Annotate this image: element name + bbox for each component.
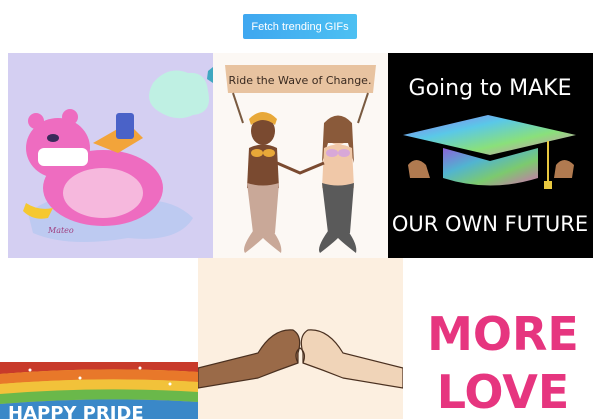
heart-hands-illustration xyxy=(198,258,403,419)
more-love-illustration: MORE LOVE xyxy=(403,258,600,419)
graduation-top-text: Going to MAKE xyxy=(409,76,572,101)
gif-panda-mask[interactable]: Mateo xyxy=(8,53,213,258)
gif-happy-pride[interactable]: HAPPY PRIDE xyxy=(0,362,198,419)
gif-heart-hands[interactable] xyxy=(198,258,403,419)
fetch-trending-gifs-button[interactable]: Fetch trending GIFs xyxy=(243,14,357,39)
more-love-top-text: MORE xyxy=(427,307,579,361)
graduation-illustration: Going to MAKE OUR OWN FUTURE xyxy=(388,53,593,258)
more-love-bottom-text: LOVE xyxy=(437,365,570,419)
gif-more-love[interactable]: MORE LOVE xyxy=(403,258,600,419)
mermaids-illustration: Ride the Wave of Change. xyxy=(213,53,388,258)
panda-illustration: Mateo xyxy=(8,53,213,258)
gif-graduation[interactable]: Going to MAKE OUR OWN FUTURE xyxy=(388,53,593,258)
happy-pride-illustration: HAPPY PRIDE xyxy=(0,362,198,419)
happy-pride-text: HAPPY PRIDE xyxy=(8,403,144,419)
svg-text:Mateo: Mateo xyxy=(47,226,74,235)
mermaids-banner-text: Ride the Wave of Change. xyxy=(229,74,372,87)
gif-mermaids[interactable]: Ride the Wave of Change. xyxy=(213,53,388,258)
graduation-bottom-text: OUR OWN FUTURE xyxy=(392,212,588,236)
